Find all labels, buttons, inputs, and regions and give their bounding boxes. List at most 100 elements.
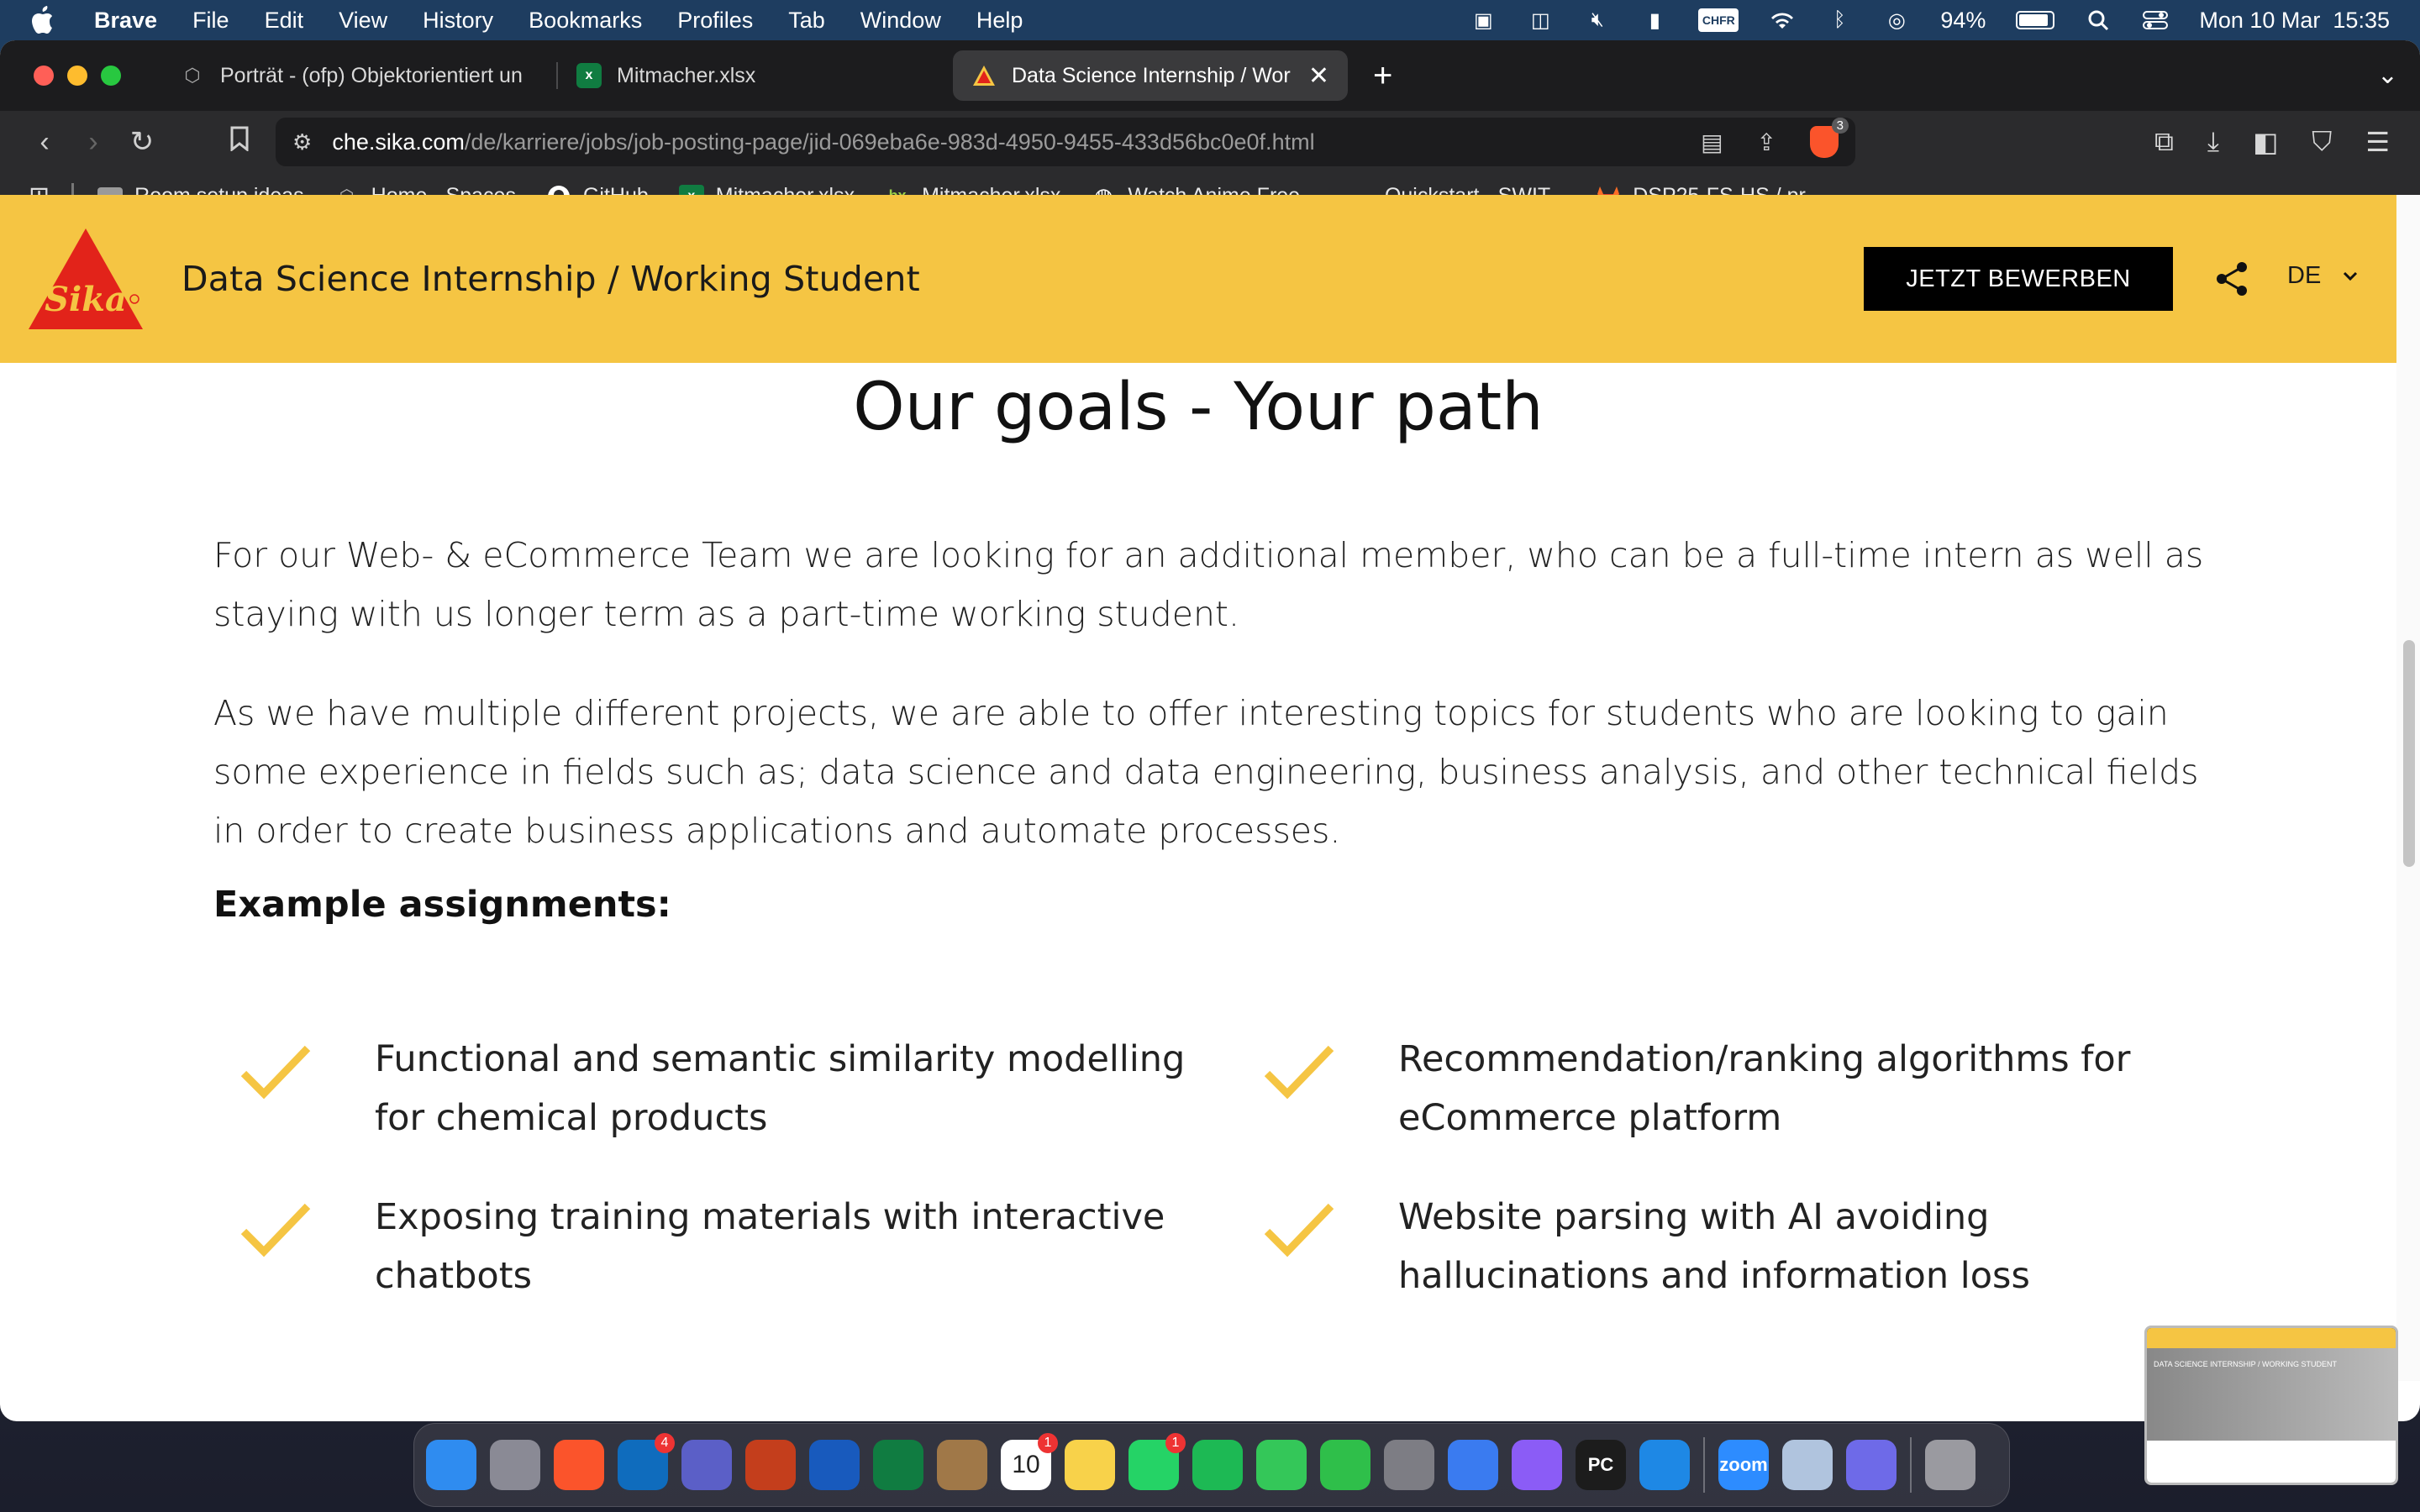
svg-text:Sika: Sika: [45, 280, 127, 319]
notification-badge: 1: [1038, 1433, 1058, 1453]
menu-help[interactable]: Help: [976, 8, 1023, 34]
menubar-clock[interactable]: Mon 10 Mar 15:35: [2199, 8, 2390, 34]
window-thumbnail-preview[interactable]: DATA SCIENCE INTERNSHIP / WORKING STUDEN…: [2144, 1326, 2398, 1485]
site-settings-icon[interactable]: ⚙: [292, 129, 312, 155]
control-center-icon[interactable]: [2142, 8, 2169, 32]
launchpad-icon[interactable]: [490, 1440, 540, 1490]
forward-button[interactable]: ›: [69, 126, 118, 159]
vpn-icon[interactable]: ⛉: [2312, 126, 2332, 158]
whatsapp-icon[interactable]: 1: [1128, 1433, 1186, 1490]
job-header: Sika Data Science Internship / Working S…: [0, 195, 2396, 363]
messages-icon[interactable]: [1256, 1440, 1307, 1490]
minimize-window-button[interactable]: [67, 66, 87, 86]
url-host: che.sika.com: [332, 129, 465, 155]
assignment-item: Recommendation/ranking algorithms for eC…: [1398, 1038, 2131, 1139]
notification-badge: 1: [1165, 1433, 1186, 1453]
share-icon[interactable]: [2213, 260, 2250, 297]
menu-tab[interactable]: Tab: [788, 8, 825, 34]
back-button[interactable]: ‹: [20, 126, 69, 159]
menu-history[interactable]: History: [423, 8, 493, 34]
tab-label: Mitmacher.xlsx: [617, 63, 756, 87]
main-menu-icon[interactable]: ☰: [2365, 126, 2390, 158]
apply-now-button[interactable]: JETZT BEWERBEN: [1864, 247, 2173, 311]
url-path: /de/karriere/jobs/job-posting-page/jid-0…: [464, 129, 1315, 155]
scrollbar-thumb[interactable]: [2403, 640, 2415, 867]
word-icon[interactable]: [809, 1440, 860, 1490]
vscode-icon[interactable]: [1639, 1440, 1690, 1490]
menu-window[interactable]: Window: [860, 8, 941, 34]
web-page: Sika Data Science Internship / Working S…: [0, 195, 2396, 1381]
trash-icon[interactable]: [1925, 1440, 1975, 1490]
outlook-status-icon[interactable]: ◫: [1527, 8, 1554, 32]
tab-list-chevron-icon[interactable]: ⌄: [2377, 60, 2398, 90]
battery-percentage: 94%: [1940, 7, 1986, 33]
bluetooth-icon[interactable]: ᛒ: [1826, 8, 1853, 32]
preview-icon[interactable]: [1782, 1440, 1833, 1490]
bookmark-page-icon[interactable]: [217, 126, 262, 158]
dock-app-text: zoom: [1719, 1454, 1768, 1475]
new-tab-button[interactable]: +: [1373, 57, 1392, 95]
pycharm-icon[interactable]: PC: [1576, 1440, 1626, 1490]
github-desktop-icon[interactable]: [1512, 1440, 1562, 1490]
tab-mitmacher[interactable]: x Mitmacher.xlsx: [558, 50, 953, 101]
reload-button[interactable]: ↻: [118, 125, 166, 159]
zoom-window-button[interactable]: [101, 66, 121, 86]
settings-icon[interactable]: [1384, 1440, 1434, 1490]
apple-menu-icon[interactable]: [30, 6, 55, 34]
checkmark-icon: [240, 1045, 311, 1100]
menu-app-name[interactable]: Brave: [94, 8, 157, 34]
wifi-icon[interactable]: [1769, 8, 1796, 32]
language-label: DE: [2287, 262, 2322, 289]
toolbar-right-icons: ⧉ ⤓ ◧ ⛉ ☰: [2154, 126, 2400, 158]
notes-icon[interactable]: [1065, 1440, 1115, 1490]
spotify-icon[interactable]: [1192, 1440, 1243, 1490]
teams-icon[interactable]: [681, 1440, 732, 1490]
menu-edit[interactable]: Edit: [265, 8, 304, 34]
contacts-icon[interactable]: [937, 1440, 987, 1490]
tab-portrait[interactable]: ⬡ Porträt - (ofp) Objektorientiert un: [161, 50, 556, 101]
menu-bookmarks[interactable]: Bookmarks: [529, 8, 642, 34]
job-title: Data Science Internship / Working Studen…: [182, 259, 920, 299]
battery-icon[interactable]: [2016, 11, 2055, 29]
mindnode-icon[interactable]: [1448, 1440, 1498, 1490]
dock-separator: [1910, 1437, 1912, 1493]
menu-profiles[interactable]: Profiles: [677, 8, 753, 34]
address-bar[interactable]: ⚙ che.sika.com/de/karriere/jobs/job-post…: [276, 118, 1855, 166]
assignments-heading: Example assignments:: [213, 884, 671, 926]
outlook-icon[interactable]: 4: [618, 1433, 675, 1490]
brave-shields-icon[interactable]: 3: [1810, 118, 1849, 158]
menubar-status-area: ▣ ◫ 🔇︎ ▮ CHFR ᛒ ◎ 94% Mon 10 Mar 15:35: [1470, 8, 2390, 34]
menu-file[interactable]: File: [192, 8, 229, 34]
sidebar-toggle-icon[interactable]: ◧: [2253, 126, 2278, 158]
powerpoint-icon[interactable]: [745, 1440, 796, 1490]
assignment-item: Website parsing with AI avoiding halluci…: [1398, 1196, 2030, 1297]
teams-status-icon[interactable]: ▣: [1470, 8, 1497, 32]
excel-icon[interactable]: [873, 1440, 923, 1490]
calendar-icon[interactable]: 10 1: [1001, 1433, 1058, 1490]
currency-icon[interactable]: CHFR: [1698, 8, 1739, 32]
window-controls: [34, 66, 121, 86]
spotlight-search-icon[interactable]: [2085, 8, 2112, 32]
close-window-button[interactable]: [34, 66, 54, 86]
share-page-icon[interactable]: ⇪: [1757, 129, 1776, 156]
facetime-icon[interactable]: [1320, 1440, 1370, 1490]
close-tab-icon[interactable]: ✕: [1297, 61, 1329, 91]
tab-data-science-internship[interactable]: Data Science Internship / Wor ✕: [953, 50, 1348, 101]
page-scrollbar[interactable]: [2396, 195, 2420, 1381]
finder-icon[interactable]: [426, 1440, 476, 1490]
extensions-icon[interactable]: ⧉: [2154, 126, 2174, 158]
contact-card-icon[interactable]: ▮: [1641, 8, 1668, 32]
menu-view[interactable]: View: [339, 8, 387, 34]
downloads-icon[interactable]: ⤓: [2207, 126, 2219, 158]
brave-icon[interactable]: [554, 1440, 604, 1490]
airdrop-icon[interactable]: ◎: [1883, 8, 1910, 32]
language-selector[interactable]: DE: [2287, 262, 2358, 290]
mute-icon[interactable]: 🔇︎: [1584, 8, 1611, 32]
reader-mode-icon[interactable]: ▤: [1701, 129, 1723, 156]
chevron-down-icon: [2344, 271, 2358, 281]
remote-icon[interactable]: [1846, 1440, 1897, 1490]
zoom-icon[interactable]: zoom: [1718, 1440, 1769, 1490]
sika-logo[interactable]: Sika: [27, 227, 145, 331]
sika-icon: [971, 63, 997, 88]
address-bar-actions: ▤ ⇪ 3: [1701, 118, 1849, 158]
